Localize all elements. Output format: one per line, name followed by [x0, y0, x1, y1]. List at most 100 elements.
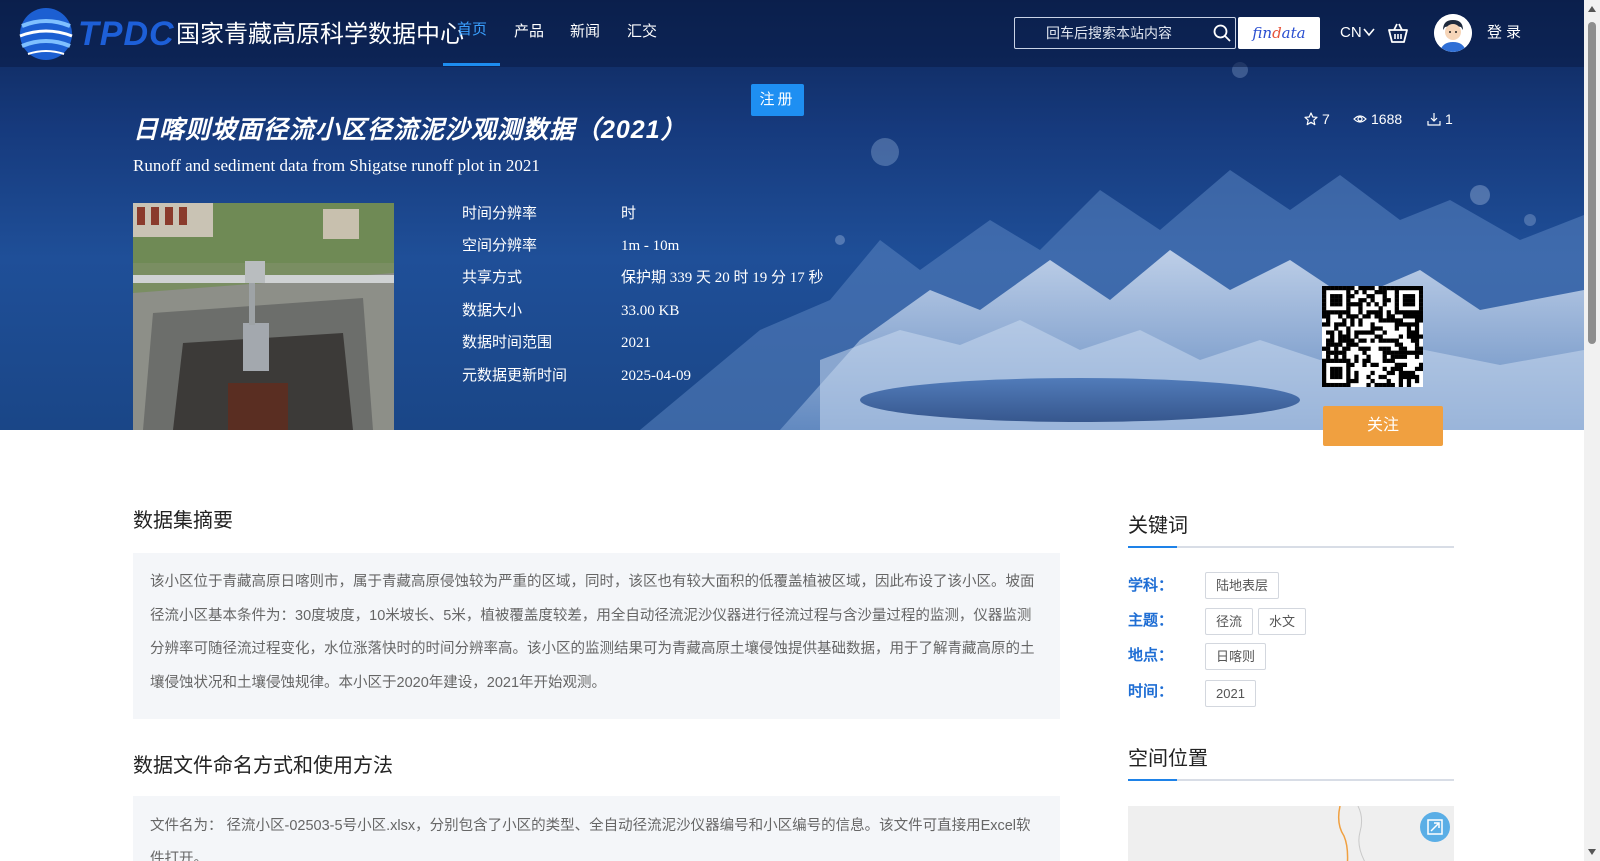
qr-module: [1406, 334, 1412, 339]
qr-module: [1342, 318, 1347, 323]
qr-module: [1402, 302, 1408, 307]
meta-value: 2021: [621, 335, 651, 351]
qr-module: [1362, 358, 1367, 363]
qr-module: [1330, 330, 1335, 335]
qr-module: [1374, 314, 1379, 319]
qr-module: [1410, 370, 1416, 376]
qr-module: [1338, 322, 1343, 327]
qr-module: [1402, 314, 1408, 319]
findata-button[interactable]: findata: [1238, 17, 1320, 49]
qr-module: [1354, 342, 1359, 347]
qr-module: [1402, 346, 1408, 351]
qr-module: [1394, 338, 1399, 343]
qr-module: [1406, 286, 1412, 291]
qr-module: [1414, 330, 1420, 335]
scroll-up-arrow-icon[interactable]: [1588, 6, 1596, 12]
qr-module: [1362, 362, 1367, 367]
nav-item-home[interactable]: 首页: [457, 19, 487, 41]
qr-module: [1382, 298, 1387, 303]
qr-module: [1406, 370, 1412, 376]
qr-module: [1330, 334, 1335, 339]
chevron-down-icon[interactable]: [1363, 27, 1375, 37]
qr-module: [1366, 330, 1371, 335]
qr-module: [1362, 298, 1367, 303]
keyword-tag[interactable]: 水文: [1258, 608, 1307, 635]
nav-active-indicator: [443, 63, 500, 66]
qr-module: [1418, 306, 1424, 311]
map-expand-button[interactable]: [1420, 812, 1450, 842]
qr-module: [1386, 338, 1391, 343]
qr-module: [1330, 358, 1335, 363]
qr-module: [1334, 350, 1339, 355]
qr-module: [1354, 302, 1359, 307]
qr-module: [1330, 342, 1335, 347]
scroll-down-arrow-icon[interactable]: [1588, 849, 1596, 855]
language-switch[interactable]: CN: [1340, 23, 1362, 43]
location-map[interactable]: [1128, 806, 1454, 861]
qr-module: [1374, 302, 1379, 307]
keyword-tag[interactable]: 2021: [1205, 680, 1256, 707]
qr-module: [1398, 322, 1403, 327]
keyword-label-theme: 主题：: [1128, 612, 1174, 629]
cart-icon[interactable]: [1387, 22, 1409, 44]
site-logo[interactable]: TPDC 国家青藏高原科学数据中心: [16, 4, 464, 64]
qr-module: [1354, 334, 1359, 339]
qr-module: [1334, 326, 1339, 331]
map-boundary-lines: [1337, 806, 1366, 861]
qr-module: [1414, 350, 1420, 355]
qr-module: [1346, 290, 1351, 295]
qr-module: [1362, 314, 1367, 319]
qr-module: [1358, 330, 1363, 335]
qr-module: [1354, 370, 1359, 376]
keyword-label-place: 地点：: [1128, 647, 1174, 664]
qr-module: [1346, 374, 1351, 380]
qr-module: [1346, 310, 1351, 315]
qr-module: [1394, 286, 1399, 291]
keyword-tag[interactable]: 陆地表层: [1205, 572, 1280, 599]
avatar[interactable]: [1434, 14, 1472, 52]
qr-module: [1322, 382, 1327, 388]
qr-module: [1326, 318, 1331, 323]
qr-module: [1322, 378, 1327, 384]
keyword-tag[interactable]: 日喀则: [1205, 643, 1267, 670]
qr-module: [1378, 306, 1383, 311]
qr-module: [1362, 290, 1367, 295]
follow-button[interactable]: 关注: [1323, 406, 1443, 446]
qr-module: [1386, 358, 1391, 363]
page-scrollbar[interactable]: [1584, 0, 1600, 861]
qr-module: [1382, 354, 1387, 359]
dataset-thumbnail[interactable]: [133, 203, 394, 430]
qr-module: [1406, 378, 1412, 384]
scrollbar-thumb[interactable]: [1588, 22, 1596, 344]
qr-module: [1354, 290, 1359, 295]
qr-module: [1322, 310, 1327, 315]
nav-item-exchange[interactable]: 汇交: [627, 21, 657, 43]
search-input[interactable]: [1015, 18, 1205, 48]
login-link[interactable]: 登录: [1487, 23, 1525, 43]
nav-item-products[interactable]: 产品: [514, 21, 544, 43]
keyword-tag[interactable]: 径流: [1205, 608, 1254, 635]
qr-module: [1338, 358, 1343, 363]
filename-heading: 数据文件命名方式和使用方法: [133, 755, 393, 777]
qr-module: [1386, 286, 1391, 291]
qr-module: [1378, 382, 1383, 388]
qr-module: [1366, 382, 1371, 388]
qr-module: [1394, 306, 1399, 311]
qr-module: [1382, 318, 1387, 323]
search-icon[interactable]: [1213, 24, 1231, 42]
qr-module: [1390, 358, 1395, 363]
qr-module: [1382, 382, 1387, 388]
qr-module: [1382, 286, 1387, 291]
nav-item-news[interactable]: 新闻: [570, 21, 600, 43]
qr-module: [1418, 362, 1424, 367]
qr-module: [1410, 330, 1416, 335]
qr-module: [1410, 286, 1416, 291]
qr-module: [1418, 294, 1424, 299]
qr-module: [1410, 374, 1416, 380]
qr-module: [1334, 366, 1339, 372]
qr-module: [1398, 366, 1403, 372]
qr-module: [1402, 370, 1408, 376]
register-button[interactable]: 注册: [751, 84, 804, 116]
qr-module: [1394, 294, 1399, 299]
qr-module: [1394, 290, 1399, 295]
